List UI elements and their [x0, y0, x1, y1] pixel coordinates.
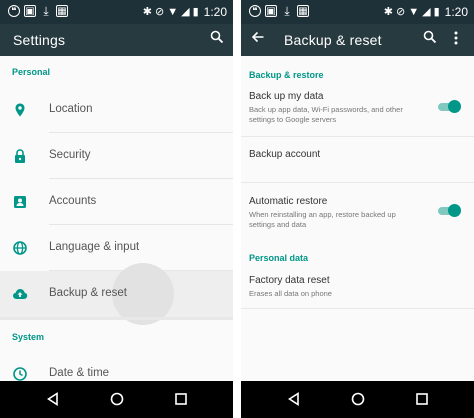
recents-nav-icon[interactable] — [415, 392, 429, 406]
gallery-notification-icon: ▦ — [56, 5, 68, 17]
section-divider — [0, 317, 233, 320]
settings-item-label: Location — [49, 103, 93, 115]
recents-nav-icon[interactable] — [174, 392, 188, 406]
signal-icon: ◢ — [181, 6, 190, 18]
navigation-bar — [0, 381, 233, 418]
item-title: Factory data reset — [249, 275, 330, 286]
lock-icon — [12, 148, 28, 164]
settings-item-label: Accounts — [49, 195, 97, 207]
status-bar: ❝ ▣ ⤓ ▦ ✱ ⊘ ▼ ◢ ▮ 1:20 — [0, 0, 233, 24]
bluetooth-icon: ✱ — [383, 6, 393, 18]
home-nav-icon[interactable] — [110, 392, 124, 406]
factory-data-reset-item[interactable]: Factory data reset Erases all data on ph… — [249, 275, 469, 299]
settings-item-label: Security — [49, 149, 91, 161]
settings-screen: ❝ ▣ ⤓ ▦ ✱ ⊘ ▼ ◢ ▮ 1:20 Settings Personal… — [0, 0, 233, 418]
section-header-personal: Personal — [12, 67, 51, 77]
wifi-icon: ▼ — [408, 6, 420, 18]
backup-reset-screen: ❝ ▣ ⤓ ▦ ✱ ⊘ ▼ ◢ ▮ 1:20 Backup & reset Ba… — [241, 0, 474, 418]
home-nav-icon[interactable] — [351, 392, 365, 406]
hangouts-notification-icon: ❝ — [8, 5, 20, 17]
navigation-bar — [241, 381, 474, 418]
globe-icon — [12, 240, 28, 256]
settings-item-security[interactable]: Security — [0, 133, 233, 179]
gallery-notification-icon: ▦ — [297, 5, 309, 17]
photo-notification-icon: ▣ — [24, 5, 36, 17]
signal-icon: ◢ — [422, 6, 431, 18]
download-notification-icon: ⤓ — [284, 4, 290, 18]
settings-item-label: Language & input — [49, 241, 140, 253]
back-arrow-icon[interactable] — [249, 30, 267, 50]
account-box-icon — [12, 194, 28, 210]
settings-item-language[interactable]: Language & input — [0, 225, 233, 271]
status-bar: ❝ ▣ ⤓ ▦ ✱ ⊘ ▼ ◢ ▮ 1:20 — [241, 0, 474, 24]
page-title: Settings — [13, 32, 66, 48]
section-header-backup-restore: Backup & restore — [249, 70, 324, 80]
photo-notification-icon: ▣ — [265, 5, 277, 17]
divider — [241, 182, 474, 183]
section-header-system: System — [12, 332, 45, 342]
status-time: 1:20 — [444, 5, 468, 19]
automatic-restore-toggle[interactable] — [436, 204, 461, 218]
settings-item-backup-reset[interactable]: Backup & reset — [0, 263, 233, 325]
battery-icon: ▮ — [192, 6, 199, 18]
cloud-upload-icon — [12, 286, 28, 302]
backup-my-data-toggle[interactable] — [436, 100, 461, 114]
hangouts-notification-icon: ❝ — [249, 5, 261, 17]
app-toolbar: Backup & reset — [241, 24, 474, 56]
item-subtitle: Erases all data on phone — [249, 289, 332, 298]
settings-item-label: Backup & reset — [49, 287, 127, 299]
back-nav-icon[interactable] — [46, 392, 60, 406]
status-time: 1:20 — [203, 5, 227, 19]
bluetooth-icon: ✱ — [142, 6, 152, 18]
item-title: Backup account — [249, 149, 321, 160]
divider — [241, 136, 474, 137]
search-icon[interactable] — [208, 30, 226, 50]
item-subtitle: Back up app data, Wi-Fi passwords, and o… — [249, 105, 403, 124]
section-header-personal-data: Personal data — [249, 253, 309, 263]
app-toolbar: Settings — [0, 24, 233, 56]
battery-icon: ▮ — [433, 6, 440, 18]
do-not-disturb-icon: ⊘ — [396, 6, 406, 18]
settings-item-accounts[interactable]: Accounts — [0, 179, 233, 225]
location-pin-icon — [12, 102, 28, 118]
settings-item-location[interactable]: Location — [0, 87, 233, 133]
settings-item-label: Date & time — [49, 367, 110, 379]
page-title: Backup & reset — [284, 32, 382, 48]
item-subtitle: When reinstalling an app, restore backed… — [249, 210, 396, 229]
do-not-disturb-icon: ⊘ — [155, 6, 165, 18]
wifi-icon: ▼ — [167, 6, 179, 18]
backup-account-item[interactable]: Backup account — [249, 149, 469, 160]
back-nav-icon[interactable] — [287, 392, 301, 406]
clock-icon — [12, 366, 28, 382]
overflow-menu-icon[interactable] — [447, 30, 465, 50]
search-icon[interactable] — [421, 30, 439, 50]
divider — [241, 308, 474, 309]
download-notification-icon: ⤓ — [43, 4, 49, 18]
